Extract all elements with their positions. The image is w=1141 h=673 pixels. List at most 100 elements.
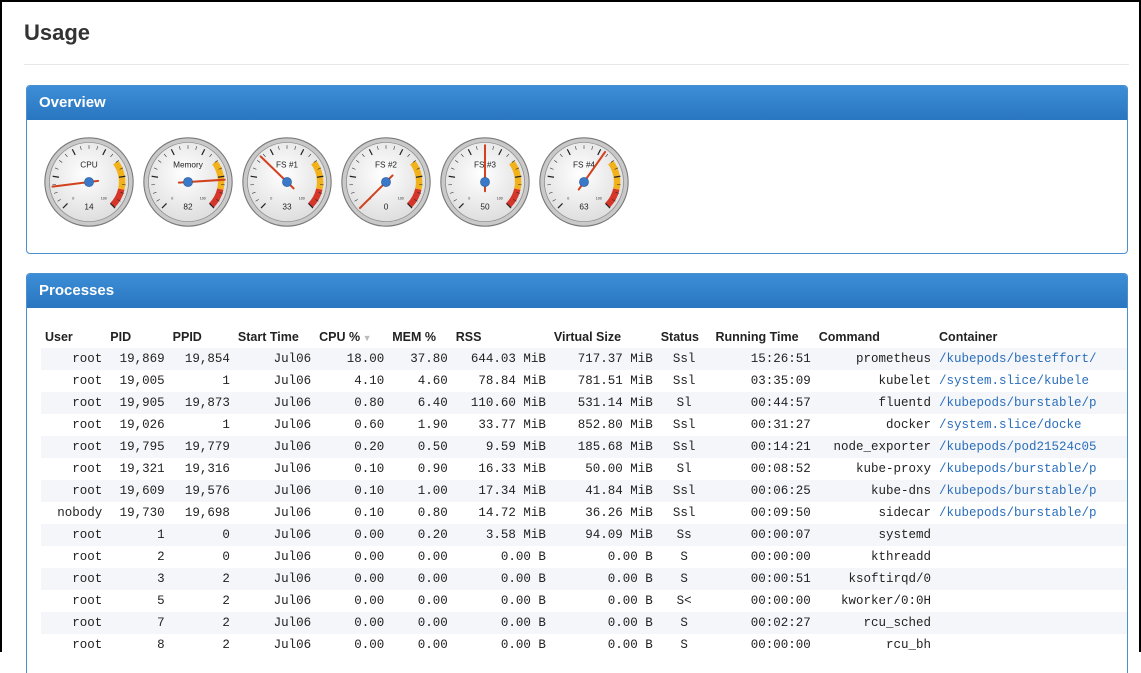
cell-rss: 9.59 MiB [452, 436, 550, 458]
table-row[interactable]: root72Jul060.000.000.00 B0.00 BS00:02:27… [41, 612, 1127, 634]
table-row[interactable]: root19,60919,576Jul060.101.0017.34 MiB41… [41, 480, 1127, 502]
cell-ppid: 1 [169, 414, 234, 436]
table-row[interactable]: nobody19,73019,698Jul060.100.8014.72 MiB… [41, 502, 1127, 524]
cell-container[interactable]: /kubepods/burstable/p [935, 502, 1127, 524]
column-header-ppid[interactable]: PPID [169, 326, 234, 348]
table-row[interactable]: root10Jul060.000.203.58 MiB94.09 MiBSs00… [41, 524, 1127, 546]
gauge-scale-max: 100 [101, 197, 107, 201]
cell-status: Sl [657, 392, 712, 414]
gauge-value: 14 [84, 203, 94, 212]
cell-rss: 78.84 MiB [452, 370, 550, 392]
column-header-status[interactable]: Status [657, 326, 712, 348]
cell-status: Ssl [657, 370, 712, 392]
cell-start-time: Jul06 [234, 634, 315, 656]
cell-ppid: 2 [169, 590, 234, 612]
cell-ppid: 19,873 [169, 392, 234, 414]
column-header-virtual-size[interactable]: Virtual Size [550, 326, 657, 348]
gauge-memory: 0100Memory82 [142, 136, 234, 228]
cell-running-time: 00:31:27 [711, 414, 814, 436]
cell-status: Ssl [657, 502, 712, 524]
column-header-user[interactable]: User [41, 326, 106, 348]
cell-start-time: Jul06 [234, 458, 315, 480]
cell-container[interactable]: /system.slice/docke [935, 414, 1127, 436]
table-row[interactable]: root19,79519,779Jul060.200.509.59 MiB185… [41, 436, 1127, 458]
cell-running-time: 00:00:00 [711, 590, 814, 612]
column-header-container[interactable]: Container [935, 326, 1127, 348]
cell-container[interactable]: /kubepods/burstable/p [935, 480, 1127, 502]
column-header-running-time[interactable]: Running Time [711, 326, 814, 348]
table-row[interactable]: root20Jul060.000.000.00 B0.00 BS00:00:00… [41, 546, 1127, 568]
cell-cpu: 0.80 [315, 392, 388, 414]
cell-running-time: 03:35:09 [711, 370, 814, 392]
cell-virtual-size: 41.84 MiB [550, 480, 657, 502]
cell-start-time: Jul06 [234, 590, 315, 612]
cell-container[interactable]: /system.slice/kubele [935, 370, 1127, 392]
cell-container[interactable]: /kubepods/besteffort/ [935, 348, 1127, 370]
cell-status: S [657, 568, 712, 590]
process-table: UserPIDPPIDStart TimeCPU % ▼MEM %RSSVirt… [41, 326, 1127, 656]
cell-running-time: 15:26:51 [711, 348, 814, 370]
cell-pid: 19,795 [106, 436, 168, 458]
cell-container [935, 590, 1127, 612]
cell-container [935, 612, 1127, 634]
cell-virtual-size: 852.80 MiB [550, 414, 657, 436]
column-header-command[interactable]: Command [815, 326, 935, 348]
gauge-scale-min: 0 [468, 197, 470, 201]
column-header-mem[interactable]: MEM % [388, 326, 451, 348]
cell-virtual-size: 531.14 MiB [550, 392, 657, 414]
cell-virtual-size: 0.00 B [550, 568, 657, 590]
cell-mem: 0.90 [388, 458, 451, 480]
processes-heading: Processes [27, 274, 1127, 308]
cell-cpu: 0.00 [315, 634, 388, 656]
table-row[interactable]: root19,32119,316Jul060.100.9016.33 MiB50… [41, 458, 1127, 480]
table-body: root19,86919,854Jul0618.0037.80644.03 Mi… [41, 348, 1127, 656]
cell-ppid: 0 [169, 524, 234, 546]
table-row[interactable]: root52Jul060.000.000.00 B0.00 BS<00:00:0… [41, 590, 1127, 612]
cell-user: root [41, 436, 106, 458]
gauge-value: 63 [579, 203, 589, 212]
cell-pid: 5 [106, 590, 168, 612]
cell-pid: 8 [106, 634, 168, 656]
cell-rss: 0.00 B [452, 568, 550, 590]
cell-container[interactable]: /kubepods/burstable/p [935, 458, 1127, 480]
table-row[interactable]: root19,0051Jul064.104.6078.84 MiB781.51 … [41, 370, 1127, 392]
cell-command: node_exporter [815, 436, 935, 458]
cell-pid: 19,869 [106, 348, 168, 370]
column-header-start-time[interactable]: Start Time [234, 326, 315, 348]
column-header-pid[interactable]: PID [106, 326, 168, 348]
cell-container[interactable]: /kubepods/burstable/p [935, 392, 1127, 414]
cell-virtual-size: 0.00 B [550, 590, 657, 612]
cell-user: root [41, 612, 106, 634]
cell-cpu: 0.00 [315, 590, 388, 612]
cell-virtual-size: 0.00 B [550, 634, 657, 656]
cell-pid: 7 [106, 612, 168, 634]
gauge-fs-1: 0100FS #133 [241, 136, 333, 228]
cell-cpu: 4.10 [315, 370, 388, 392]
column-header-cpu[interactable]: CPU % ▼ [315, 326, 388, 348]
cell-command: rcu_sched [815, 612, 935, 634]
cell-ppid: 0 [169, 546, 234, 568]
cell-running-time: 00:02:27 [711, 612, 814, 634]
cell-cpu: 0.00 [315, 612, 388, 634]
cell-container[interactable]: /kubepods/pod21524c05 [935, 436, 1127, 458]
table-row[interactable]: root19,86919,854Jul0618.0037.80644.03 Mi… [41, 348, 1127, 370]
cell-rss: 14.72 MiB [452, 502, 550, 524]
cell-running-time: 00:08:52 [711, 458, 814, 480]
column-header-rss[interactable]: RSS [452, 326, 550, 348]
cell-ppid: 1 [169, 370, 234, 392]
gauge-scale-max: 100 [398, 197, 404, 201]
sort-desc-icon: ▼ [360, 333, 371, 343]
table-row[interactable]: root32Jul060.000.000.00 B0.00 BS00:00:51… [41, 568, 1127, 590]
table-row[interactable]: root19,0261Jul060.601.9033.77 MiB852.80 … [41, 414, 1127, 436]
cell-virtual-size: 717.37 MiB [550, 348, 657, 370]
cell-command: sidecar [815, 502, 935, 524]
cell-mem: 6.40 [388, 392, 451, 414]
cell-mem: 0.00 [388, 590, 451, 612]
table-row[interactable]: root19,90519,873Jul060.806.40110.60 MiB5… [41, 392, 1127, 414]
table-row[interactable]: root82Jul060.000.000.00 B0.00 BS00:00:00… [41, 634, 1127, 656]
cell-command: kworker/0:0H [815, 590, 935, 612]
cell-status: S [657, 634, 712, 656]
cell-rss: 0.00 B [452, 546, 550, 568]
processes-panel: Processes UserPIDPPIDStart TimeCPU % ▼ME… [26, 273, 1128, 673]
cell-cpu: 0.00 [315, 524, 388, 546]
